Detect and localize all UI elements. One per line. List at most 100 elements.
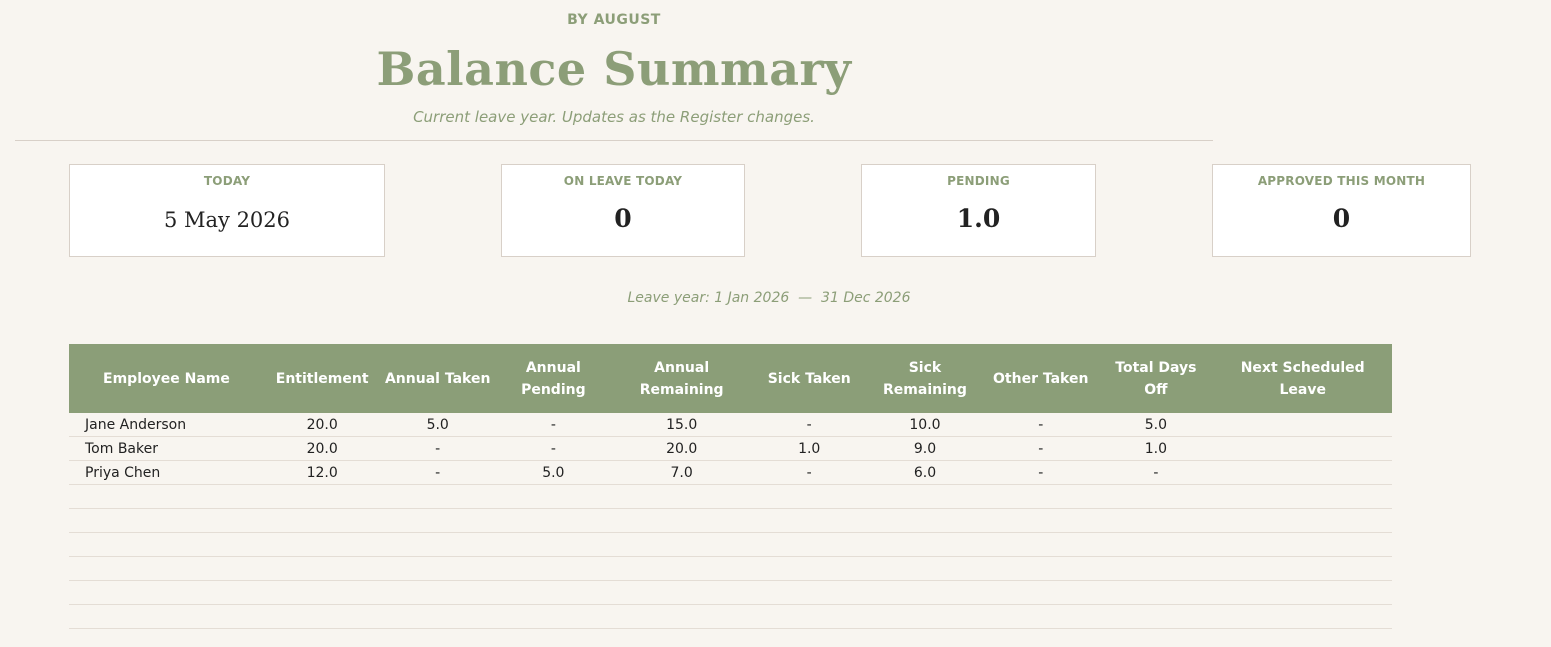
table-cell[interactable] <box>1213 460 1392 485</box>
table-cell[interactable]: 5.0 <box>494 460 612 485</box>
table-cell[interactable] <box>380 580 495 605</box>
table-cell[interactable] <box>1098 508 1214 533</box>
column-header[interactable]: Next Scheduled Leave <box>1213 344 1392 413</box>
table-cell[interactable]: 1.0 <box>751 436 867 461</box>
table-cell[interactable] <box>1098 532 1214 557</box>
table-cell[interactable] <box>611 532 752 557</box>
table-cell[interactable] <box>263 580 381 605</box>
table-cell[interactable] <box>494 508 612 533</box>
table-cell[interactable] <box>380 604 495 629</box>
table-cell[interactable] <box>611 484 752 509</box>
table-cell[interactable] <box>1213 436 1392 461</box>
table-cell[interactable] <box>380 532 495 557</box>
employee-name-cell[interactable]: Priya Chen <box>69 460 264 485</box>
table-cell[interactable] <box>751 508 867 533</box>
employee-name-cell[interactable] <box>69 580 264 605</box>
table-cell[interactable] <box>751 580 867 605</box>
table-cell[interactable] <box>1213 556 1392 581</box>
table-cell[interactable] <box>983 484 1099 509</box>
table-cell[interactable] <box>751 604 867 629</box>
table-cell[interactable] <box>494 580 612 605</box>
column-header[interactable]: Entitlement <box>263 344 381 413</box>
employee-name-cell[interactable] <box>69 556 264 581</box>
table-cell[interactable] <box>263 508 381 533</box>
table-cell[interactable] <box>866 484 984 509</box>
table-cell[interactable]: 7.0 <box>611 460 752 485</box>
table-cell[interactable] <box>1213 484 1392 509</box>
employee-name-cell[interactable] <box>69 532 264 557</box>
table-cell[interactable]: - <box>1098 460 1214 485</box>
table-cell[interactable] <box>1213 532 1392 557</box>
table-row[interactable] <box>69 484 1392 509</box>
column-header[interactable]: Annual Pending <box>494 344 612 413</box>
table-cell[interactable] <box>983 604 1099 629</box>
table-cell[interactable] <box>866 508 984 533</box>
table-cell[interactable] <box>751 532 867 557</box>
table-cell[interactable]: - <box>983 413 1099 437</box>
employee-name-cell[interactable] <box>69 508 264 533</box>
table-cell[interactable] <box>1098 604 1214 629</box>
table-cell[interactable]: 9.0 <box>866 436 984 461</box>
table-row[interactable] <box>69 532 1392 557</box>
table-cell[interactable]: 6.0 <box>866 460 984 485</box>
table-cell[interactable]: 5.0 <box>1098 413 1214 437</box>
table-cell[interactable]: 20.0 <box>263 436 381 461</box>
table-cell[interactable] <box>983 580 1099 605</box>
table-cell[interactable]: 1.0 <box>1098 436 1214 461</box>
table-row[interactable]: Tom Baker 20.0- -20.0 1.0 9.0-1.0 <box>69 436 1392 461</box>
column-header[interactable]: Annual Remaining <box>611 344 752 413</box>
table-cell[interactable]: - <box>751 460 867 485</box>
table-cell[interactable] <box>983 532 1099 557</box>
table-cell[interactable]: - <box>983 460 1099 485</box>
table-cell[interactable] <box>611 556 752 581</box>
employee-name-cell[interactable] <box>69 604 264 629</box>
employee-name-cell[interactable]: Tom Baker <box>69 436 264 461</box>
table-row[interactable]: Priya Chen 12.0-5.0 7.0-6.0- - <box>69 460 1392 485</box>
table-row[interactable] <box>69 604 1392 629</box>
table-cell[interactable]: 20.0 <box>263 413 381 437</box>
employee-name-cell[interactable]: Jane Anderson <box>69 413 264 437</box>
table-cell[interactable] <box>380 484 495 509</box>
table-cell[interactable] <box>1213 604 1392 629</box>
table-cell[interactable] <box>866 532 984 557</box>
table-cell[interactable] <box>263 484 381 509</box>
table-cell[interactable] <box>866 604 984 629</box>
table-cell[interactable]: - <box>380 460 495 485</box>
table-cell[interactable] <box>1213 413 1392 437</box>
table-cell[interactable]: 15.0 <box>611 413 752 437</box>
table-cell[interactable]: - <box>494 413 612 437</box>
column-header[interactable]: Employee Name <box>69 344 264 413</box>
table-row[interactable] <box>69 580 1392 605</box>
table-cell[interactable] <box>1098 484 1214 509</box>
table-cell[interactable]: 12.0 <box>263 460 381 485</box>
column-header[interactable]: Other Taken <box>983 344 1099 413</box>
table-cell[interactable] <box>494 532 612 557</box>
table-cell[interactable] <box>751 484 867 509</box>
table-cell[interactable] <box>983 508 1099 533</box>
table-cell[interactable] <box>866 556 984 581</box>
table-cell[interactable] <box>380 556 495 581</box>
column-header[interactable]: Sick Remaining <box>866 344 984 413</box>
table-cell[interactable] <box>1098 556 1214 581</box>
table-cell[interactable] <box>611 580 752 605</box>
table-cell[interactable]: 20.0 <box>611 436 752 461</box>
table-cell[interactable] <box>611 508 752 533</box>
table-row[interactable] <box>69 556 1392 581</box>
table-row[interactable] <box>69 508 1392 533</box>
table-cell[interactable]: - <box>380 436 495 461</box>
table-cell[interactable] <box>983 556 1099 581</box>
table-cell[interactable]: - <box>494 436 612 461</box>
table-cell[interactable] <box>1213 580 1392 605</box>
table-cell[interactable] <box>494 556 612 581</box>
table-cell[interactable] <box>611 604 752 629</box>
table-cell[interactable] <box>866 580 984 605</box>
column-header[interactable]: Annual Taken <box>380 344 495 413</box>
table-cell[interactable] <box>1213 508 1392 533</box>
table-cell[interactable] <box>263 604 381 629</box>
table-cell[interactable] <box>1098 580 1214 605</box>
table-cell[interactable] <box>751 556 867 581</box>
table-cell[interactable] <box>494 484 612 509</box>
table-cell[interactable]: - <box>983 436 1099 461</box>
table-cell[interactable] <box>263 532 381 557</box>
table-row[interactable]: Jane Anderson 20.0 5.0-15.0-10.0-5.0 <box>69 413 1392 437</box>
